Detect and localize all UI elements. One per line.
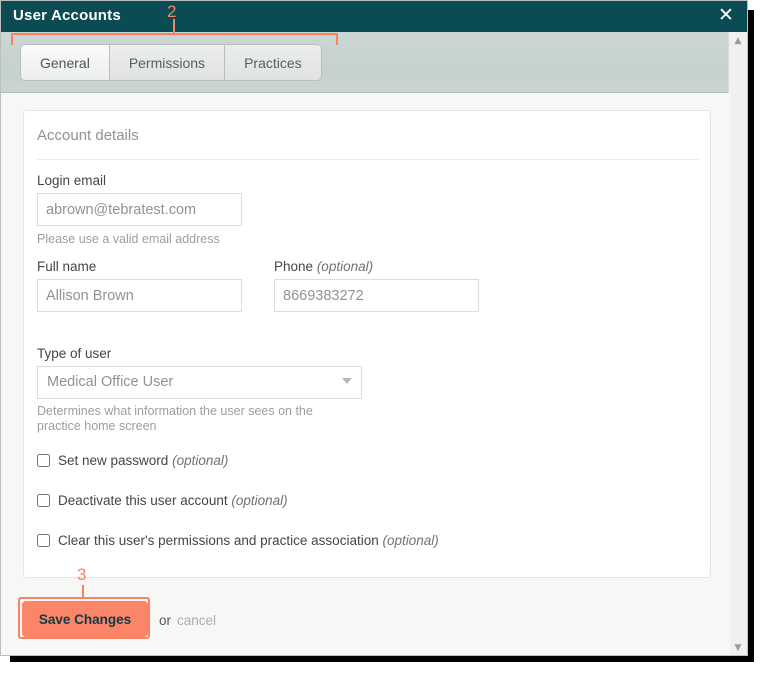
tab-permissions[interactable]: Permissions: [109, 45, 226, 80]
page-title: User Accounts: [13, 7, 121, 24]
clear-permissions-checkbox[interactable]: [37, 534, 50, 547]
deactivate-account-label: Deactivate this user account (optional): [58, 493, 288, 508]
set-new-password-checkbox[interactable]: [37, 454, 50, 467]
set-new-password-optional-tag: (optional): [172, 453, 229, 468]
type-of-user-hint: Determines what information the user see…: [37, 404, 313, 433]
phone-label: Phone (optional): [274, 259, 373, 274]
account-details-card: Account details Login email Please use a…: [23, 110, 711, 578]
set-new-password-label: Set new password (optional): [58, 453, 228, 468]
tab-general[interactable]: General: [21, 45, 110, 80]
save-changes-button[interactable]: Save Changes: [22, 601, 148, 637]
card-title: Account details: [37, 127, 139, 144]
tab-practices[interactable]: Practices: [225, 45, 321, 80]
user-accounts-dialog: User Accounts ✕ General Permissions Prac…: [0, 0, 748, 656]
or-separator-text: or: [159, 613, 172, 628]
set-new-password-row[interactable]: Set new password (optional): [37, 453, 228, 468]
full-name-input[interactable]: [37, 279, 242, 312]
deactivate-account-text: Deactivate this user account: [58, 493, 228, 508]
clear-permissions-optional-tag: (optional): [382, 533, 439, 548]
login-email-label: Login email: [37, 173, 107, 188]
phone-optional-tag: (optional): [316, 259, 374, 274]
scroll-up-icon[interactable]: ▲: [729, 32, 747, 49]
type-of-user-label: Type of user: [37, 346, 112, 361]
dialog-titlebar: User Accounts ✕: [1, 1, 747, 32]
clear-permissions-row[interactable]: Clear this user's permissions and practi…: [37, 533, 439, 548]
set-new-password-text: Set new password: [58, 453, 169, 468]
type-of-user-value: Medical Office User: [47, 374, 174, 390]
deactivate-account-checkbox[interactable]: [37, 494, 50, 507]
close-icon[interactable]: ✕: [715, 5, 737, 27]
full-name-label: Full name: [37, 259, 97, 274]
login-email-hint: Please use a valid email address: [37, 232, 220, 246]
type-of-user-select[interactable]: Medical Office User: [37, 366, 362, 399]
divider: [37, 159, 699, 160]
phone-label-text: Phone: [274, 259, 314, 274]
cancel-link[interactable]: cancel: [177, 613, 216, 628]
login-email-input[interactable]: [37, 193, 242, 226]
vertical-scrollbar[interactable]: ▲ ▼: [728, 32, 747, 655]
deactivate-account-row[interactable]: Deactivate this user account (optional): [37, 493, 288, 508]
tab-strip: General Permissions Practices: [1, 32, 747, 93]
deactivate-account-optional-tag: (optional): [231, 493, 288, 508]
clear-permissions-text: Clear this user's permissions and practi…: [58, 533, 379, 548]
phone-input[interactable]: [274, 279, 479, 312]
clear-permissions-label: Clear this user's permissions and practi…: [58, 533, 439, 548]
triangle-down-icon: [342, 378, 352, 384]
dialog-body: Account details Login email Please use a…: [1, 93, 730, 655]
tab-group: General Permissions Practices: [20, 44, 322, 81]
scroll-down-icon[interactable]: ▼: [729, 639, 747, 655]
